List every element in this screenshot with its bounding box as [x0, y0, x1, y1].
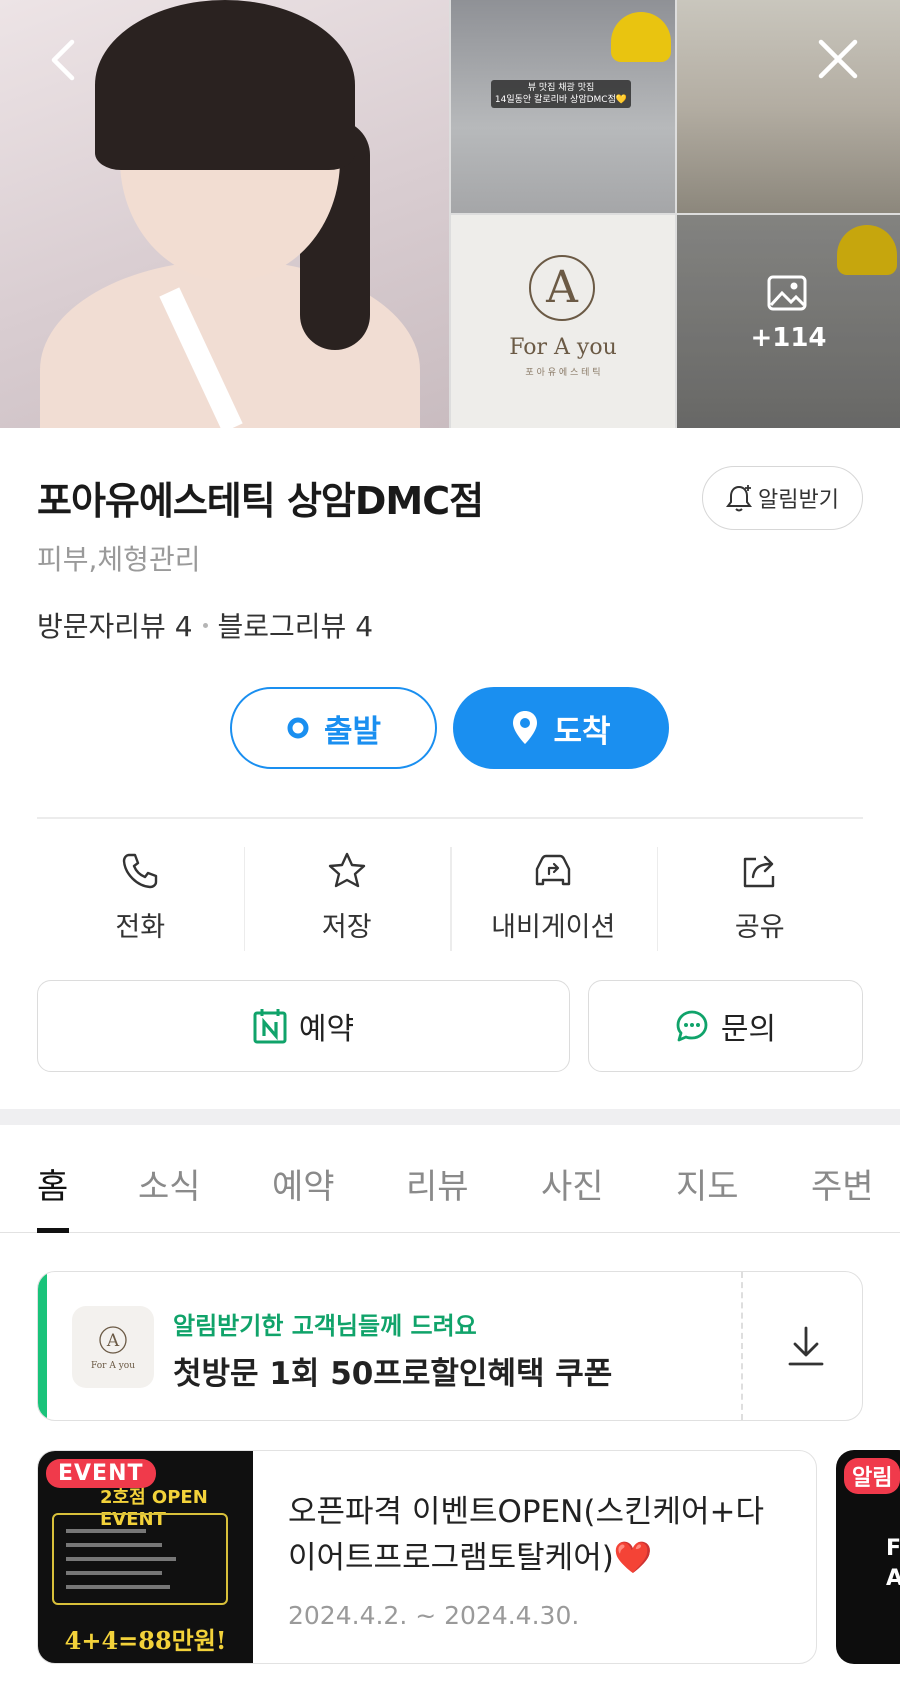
blog-review-link[interactable]: 블로그리뷰 4 [218, 605, 374, 645]
share-label: 공유 [734, 912, 785, 943]
naver-booking-icon [253, 1009, 287, 1044]
brand-logo-subtext: 포 아 유 에 스 테 틱 [525, 368, 601, 378]
navigation-button[interactable]: 내비게이션 [450, 845, 657, 953]
event-thumbnail-text-next: F A [886, 1536, 900, 1591]
tab-bar: 홈 소식 예약 리뷰 사진 지도 주변 [0, 1125, 900, 1233]
reserve-button[interactable]: 예약 [37, 980, 570, 1072]
event-badge: EVENT [46, 1459, 156, 1488]
photo-model-hair [95, 0, 355, 170]
section-separator [0, 1109, 900, 1125]
coupon-accent-bar [38, 1272, 47, 1420]
coupon-perforation [741, 1272, 743, 1420]
brand-logo-mark: A [529, 255, 595, 321]
coupon-brand-logo: A For A you [72, 1306, 154, 1388]
tab-nearby[interactable]: 주변 [811, 1159, 874, 1208]
notify-label: 알림받기 [758, 488, 839, 513]
origin-dot-icon [287, 717, 309, 739]
call-label: 전화 [115, 912, 166, 943]
quick-actions: 전화 저장 내비게이션 공유 [37, 845, 863, 953]
image-icon [767, 275, 807, 311]
save-label: 저장 [321, 912, 372, 943]
reserve-label: 예약 [298, 1012, 355, 1047]
arrive-label: 도착 [553, 713, 611, 750]
back-icon[interactable] [40, 34, 90, 84]
review-summary: 방문자리뷰 4 블로그리뷰 4 [37, 605, 373, 645]
tab-map[interactable]: 지도 [676, 1159, 739, 1208]
bell-plus-icon [726, 485, 753, 512]
event-title: 오픈파격 이벤트OPEN(스킨케어+다이어트프로그램토탈케어)❤️ [288, 1494, 765, 1576]
event-thumbnail-price: 4+4=88만원! [64, 1626, 227, 1655]
tab-home[interactable]: 홈 [37, 1159, 68, 1208]
chat-bubble-icon [676, 1010, 708, 1042]
inquire-button[interactable]: 문의 [588, 980, 863, 1072]
event-thumbnail: 2호점 OPEN EVENT 4+4=88만원! EVENT [38, 1451, 253, 1663]
depart-button[interactable]: 출발 [230, 687, 437, 769]
arrive-button[interactable]: 도착 [453, 687, 669, 769]
save-button[interactable]: 저장 [243, 845, 451, 953]
depart-label: 출발 [323, 713, 382, 750]
photo-yellow-capsule [611, 12, 671, 62]
gallery-photo-interior-2[interactable] [677, 0, 900, 213]
gallery-photo-more[interactable]: +114 [677, 215, 900, 428]
brand-logo-text: For A you [509, 335, 617, 360]
share-icon [743, 855, 774, 888]
gallery-photo-logo[interactable]: A For A you 포 아 유 에 스 테 틱 [451, 215, 675, 428]
place-detail-page: 뷰 맛집 채광 맛집 14일동안 칼로리바 상암DMC점💛 A For A yo… [0, 0, 900, 1698]
photo-sign: 뷰 맛집 채광 맛집 14일동안 칼로리바 상암DMC점💛 [491, 80, 631, 108]
download-icon[interactable] [778, 1320, 834, 1374]
tab-photos[interactable]: 사진 [541, 1159, 604, 1208]
share-button[interactable]: 공유 [656, 845, 864, 953]
svg-text:A: A [106, 1331, 120, 1351]
active-tab-indicator [37, 1228, 69, 1233]
gallery-photo-interior-1[interactable]: 뷰 맛집 채광 맛집 14일동안 칼로리바 상암DMC점💛 [451, 0, 675, 213]
visitor-review-link[interactable]: 방문자리뷰 4 [37, 605, 193, 645]
coupon-logo-text: For A you [91, 1361, 135, 1371]
tab-news[interactable]: 소식 [138, 1159, 201, 1208]
star-icon [328, 852, 365, 888]
place-category: 피부,체형관리 [37, 543, 201, 576]
call-button[interactable]: 전화 [37, 845, 244, 953]
notify-button[interactable]: 알림받기 [702, 466, 863, 530]
divider [37, 817, 863, 819]
photo-more-count: +114 [750, 323, 827, 353]
event-card[interactable]: 2호점 OPEN EVENT 4+4=88만원! EVENT 오픈파격 이벤트O… [37, 1450, 817, 1664]
event-badge-next: 알림 [844, 1458, 900, 1494]
tab-reviews[interactable]: 리뷰 [406, 1159, 469, 1208]
coupon-card[interactable]: A For A you 알림받기한 고객님들께 드려요 첫방문 1회 50프로할… [37, 1271, 863, 1421]
inquire-label: 문의 [720, 1012, 777, 1047]
heart-emoji: ❤️ [613, 1540, 653, 1576]
event-card-next[interactable]: 알림 F A [836, 1450, 900, 1664]
tab-reservation[interactable]: 예약 [272, 1159, 335, 1208]
car-navigation-icon [536, 854, 571, 886]
close-icon[interactable] [813, 34, 863, 84]
coupon-subtitle: 알림받기한 고객님들께 드려요 [173, 1312, 477, 1340]
place-title: 포아유에스테틱 상암DMC점 [37, 479, 484, 523]
navigation-label: 내비게이션 [491, 912, 616, 943]
event-date: 2024.4.2. ~ 2024.4.30. [288, 1601, 580, 1630]
location-pin-icon [513, 711, 538, 744]
photo-gallery: 뷰 맛집 채광 맛집 14일동안 칼로리바 상암DMC점💛 A For A yo… [0, 0, 900, 428]
separator-dot [202, 622, 208, 628]
phone-icon [123, 853, 158, 889]
coupon-title: 첫방문 1회 50프로할인혜택 쿠폰 [173, 1356, 613, 1392]
